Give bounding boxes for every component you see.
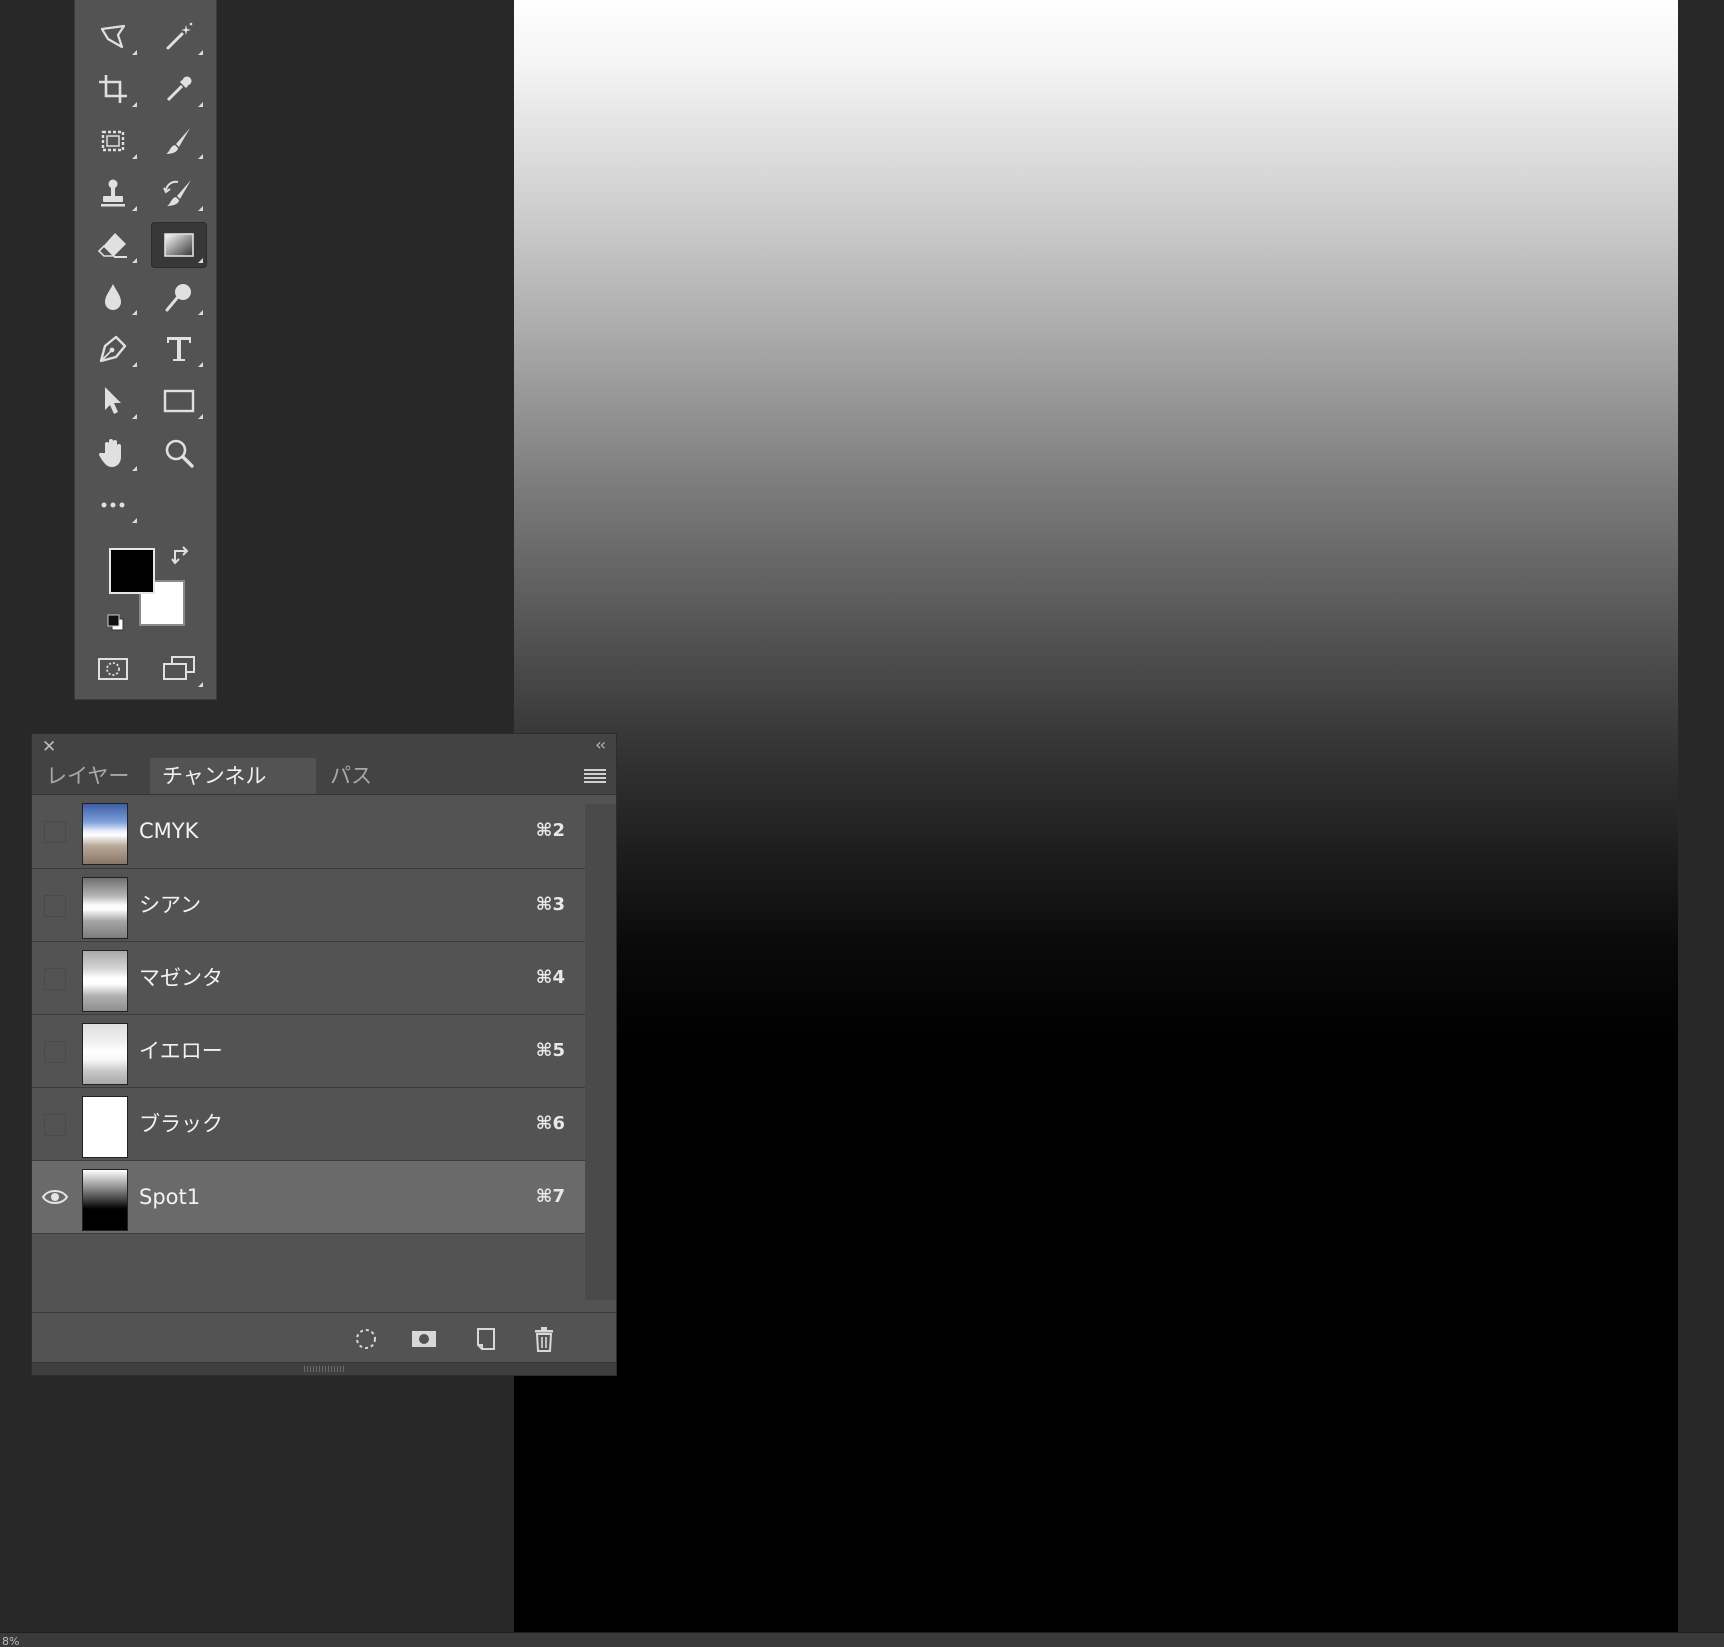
path-selection-icon xyxy=(105,387,121,414)
save-selection-icon[interactable] xyxy=(410,1325,438,1353)
channel-shortcut: ⌘5 xyxy=(535,1040,565,1061)
load-selection-icon[interactable] xyxy=(352,1325,380,1353)
channel-shortcut: ⌘3 xyxy=(535,894,565,915)
panel-menu-icon[interactable] xyxy=(584,768,606,784)
channel-thumbnail xyxy=(82,1096,128,1158)
eyedropper-icon xyxy=(166,76,192,102)
channel-shortcut: ⌘7 xyxy=(535,1186,565,1207)
panel-resize-handle[interactable] xyxy=(32,1362,616,1375)
clone-stamp-tool[interactable] xyxy=(85,170,141,216)
visibility-toggle[interactable] xyxy=(44,895,66,917)
gradient-icon xyxy=(164,233,194,257)
hand-icon xyxy=(98,439,121,467)
channel-row-black[interactable]: ブラック ⌘6 xyxy=(32,1088,585,1161)
tools-panel xyxy=(74,0,217,700)
blur-tool[interactable] xyxy=(85,274,141,320)
rectangle-icon xyxy=(163,389,195,413)
zoom-level[interactable]: 8% xyxy=(2,1635,19,1647)
eyedropper-tool[interactable] xyxy=(151,66,207,112)
crop-icon xyxy=(99,75,127,103)
eye-icon[interactable] xyxy=(41,1187,69,1207)
channel-row-spot1[interactable]: Spot1 ⌘7 xyxy=(32,1161,585,1234)
foreground-color-swatch[interactable] xyxy=(109,548,155,594)
channel-name: CMYK xyxy=(139,819,199,843)
trash-icon[interactable] xyxy=(530,1325,558,1353)
channel-thumbnail xyxy=(82,877,128,939)
visibility-toggle[interactable] xyxy=(44,1114,66,1136)
type-icon xyxy=(167,337,191,361)
channel-name: イエロー xyxy=(139,1039,223,1063)
quick-mask-icon xyxy=(98,658,128,680)
panel-footer xyxy=(32,1312,616,1363)
visibility-toggle[interactable] xyxy=(44,1041,66,1063)
status-bar: 8% xyxy=(0,1632,1724,1647)
history-brush-icon xyxy=(163,180,191,206)
brush-tool[interactable] xyxy=(151,118,207,164)
gradient-tool[interactable] xyxy=(151,222,207,268)
tab-paths[interactable]: パス xyxy=(318,758,390,794)
pen-icon xyxy=(99,335,127,363)
channel-name: シアン xyxy=(139,893,202,917)
visibility-toggle[interactable] xyxy=(44,968,66,990)
lasso-tool[interactable] xyxy=(85,14,141,60)
channel-row-magenta[interactable]: マゼンタ ⌘4 xyxy=(32,942,585,1015)
channel-thumbnail xyxy=(82,1169,128,1231)
quick-mask-button[interactable] xyxy=(85,646,141,692)
swap-colors-icon[interactable] xyxy=(171,544,193,566)
brush-icon xyxy=(166,128,190,154)
channel-shortcut: ⌘6 xyxy=(535,1113,565,1134)
tab-channels[interactable]: チャンネル xyxy=(150,758,316,794)
default-colors-icon[interactable] xyxy=(105,612,127,634)
channel-shortcut: ⌘2 xyxy=(535,820,565,841)
hand-tool[interactable] xyxy=(85,430,141,476)
channel-name: Spot1 xyxy=(139,1185,201,1209)
dodge-tool[interactable] xyxy=(151,274,207,320)
type-tool[interactable] xyxy=(151,326,207,372)
pen-tool[interactable] xyxy=(85,326,141,372)
clone-stamp-icon xyxy=(101,179,125,207)
close-icon[interactable]: ✕ xyxy=(42,737,56,757)
more-icon xyxy=(101,502,125,508)
channel-shortcut: ⌘4 xyxy=(535,967,565,988)
channel-name: ブラック xyxy=(139,1112,223,1136)
zoom-icon xyxy=(165,439,194,468)
blur-icon xyxy=(105,284,121,310)
panel-title-bar[interactable]: ✕ ‹‹ xyxy=(32,734,616,758)
magic-wand-tool[interactable] xyxy=(151,14,207,60)
channel-thumbnail xyxy=(82,950,128,1012)
channel-row-cmyk[interactable]: CMYK ⌘2 xyxy=(32,795,585,869)
channel-thumbnail xyxy=(82,1023,128,1085)
new-channel-icon[interactable] xyxy=(472,1325,500,1353)
eraser-icon xyxy=(97,233,127,258)
channel-row-yellow[interactable]: イエロー ⌘5 xyxy=(32,1015,585,1088)
crop-tool[interactable] xyxy=(85,66,141,112)
rectangle-tool[interactable] xyxy=(151,378,207,424)
dodge-icon xyxy=(165,284,191,312)
panel-tab-bar: レイヤー チャンネル パス xyxy=(32,758,616,795)
tab-layers[interactable]: レイヤー xyxy=(34,758,150,794)
channel-list-scrollbar[interactable] xyxy=(585,804,616,1300)
zoom-tool[interactable] xyxy=(151,430,207,476)
lasso-icon xyxy=(100,24,126,49)
edit-toolbar-button[interactable] xyxy=(85,482,141,528)
visibility-toggle[interactable] xyxy=(44,821,66,843)
path-selection-tool[interactable] xyxy=(85,378,141,424)
history-brush-tool[interactable] xyxy=(151,170,207,216)
collapse-icon[interactable]: ‹‹ xyxy=(595,735,606,754)
screen-mode-button[interactable] xyxy=(151,646,207,692)
channel-row-cyan[interactable]: シアン ⌘3 xyxy=(32,869,585,942)
magic-wand-icon xyxy=(166,22,193,50)
document-canvas[interactable] xyxy=(514,0,1678,1632)
eraser-tool[interactable] xyxy=(85,222,141,268)
channel-thumbnail xyxy=(82,803,128,865)
channel-list: CMYK ⌘2 シアン ⌘3 マゼンタ ⌘4 イエロー ⌘5 ブラック ⌘6 S… xyxy=(32,795,585,1234)
channels-panel: ✕ ‹‹ レイヤー チャンネル パス CMYK ⌘2 シアン ⌘3 マゼンタ ⌘… xyxy=(31,733,617,1376)
channel-name: マゼンタ xyxy=(139,966,223,990)
healing-brush-tool[interactable] xyxy=(85,118,141,164)
screen-mode-icon xyxy=(163,656,195,680)
healing-brush-icon xyxy=(101,130,125,152)
